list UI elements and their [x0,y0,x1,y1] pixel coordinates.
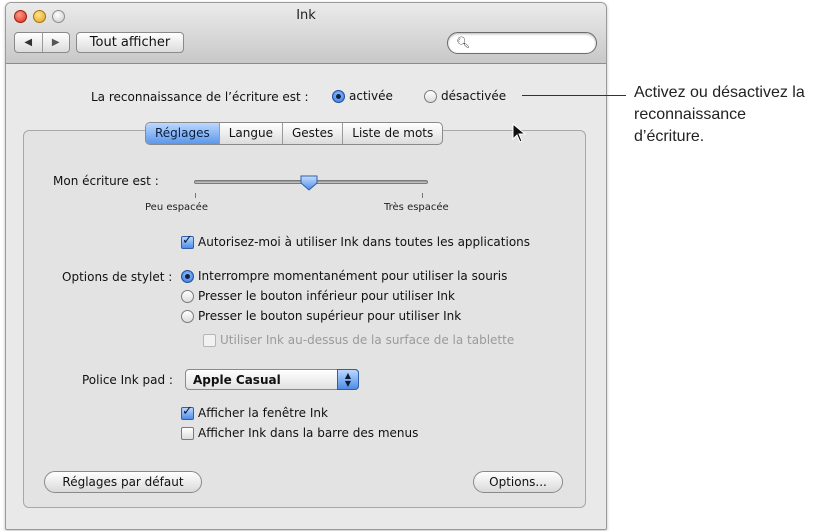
radio-on-icon [332,89,345,103]
search-input[interactable] [472,35,587,50]
radio-on-icon [181,269,194,283]
slider-min-label: Peu espacée [145,202,208,213]
slider-max-label: Très espacée [384,202,449,213]
stylus-options-label: Options de stylet : [62,270,173,284]
tab-langue[interactable]: Langue [218,123,282,144]
checkbox-checked-icon [181,404,194,420]
writing-label: Mon écriture est : [53,174,159,188]
stylus-option-lower-button[interactable]: Presser le bouton inférieur pour utilise… [181,289,455,303]
callout-leader-line [522,95,626,96]
stylus-option-interrupt[interactable]: Interrompre momentanément pour utiliser … [181,269,507,283]
search-field[interactable]: 🔍︎ [447,32,597,54]
recognition-label: La reconnaissance de l’écriture est : [91,90,309,104]
preferences-window: Ink ◀ ▶ Tout afficher 🔍︎ La reconnaissan… [5,2,607,530]
forward-button[interactable]: ▶ [43,33,70,52]
show-menubar-checkbox[interactable]: Afficher Ink dans la barre des menus [181,426,418,440]
recognition-off-radio[interactable]: désactivée [424,89,506,103]
tab-reglages[interactable]: Réglages [146,123,219,144]
above-tablet-checkbox[interactable]: Utiliser Ink au-dessus de la surface de … [203,333,514,347]
recognition-on-radio[interactable]: activée [332,89,393,103]
slider-tick-max [422,193,423,198]
magnifier-icon: 🔍︎ [456,36,470,49]
tab-gestes[interactable]: Gestes [282,123,342,144]
checkbox-checked-icon [181,233,194,249]
options-button[interactable]: Options... [473,471,563,493]
show-window-checkbox[interactable]: Afficher la fenêtre Ink [181,404,328,420]
mouse-cursor-icon [512,123,527,143]
slider-tick-min [195,193,196,198]
spacing-slider-thumb[interactable] [300,175,318,191]
tab-liste-de-mots[interactable]: Liste de mots [342,123,442,144]
callout-text: Activez ou désactivez la reconnaissance … [634,84,805,145]
defaults-button[interactable]: Réglages par défaut [44,471,202,493]
radio-off-icon [181,309,194,323]
allow-all-apps-checkbox[interactable]: Autorisez-moi à utiliser Ink dans toutes… [181,233,530,249]
radio-off-icon [181,289,194,303]
title-bar: Ink ◀ ▶ Tout afficher 🔍︎ [6,3,606,64]
tab-bar: Réglages Langue Gestes Liste de mots [145,122,444,145]
checkbox-disabled-icon [203,333,216,347]
window-title: Ink [296,8,316,23]
font-popup[interactable]: Apple Casual ▲ ▼ [185,369,359,390]
stylus-option-upper-button[interactable]: Presser le bouton supérieur pour utilise… [181,309,461,323]
nav-back-forward: ◀ ▶ [14,32,70,53]
checkbox-unchecked-icon [181,426,194,440]
popup-arrows-icon: ▲ ▼ [337,369,359,390]
back-button[interactable]: ◀ [15,33,43,52]
radio-off-icon [424,89,437,103]
font-label: Police Ink pad : [82,373,173,387]
show-all-button[interactable]: Tout afficher [76,32,184,53]
